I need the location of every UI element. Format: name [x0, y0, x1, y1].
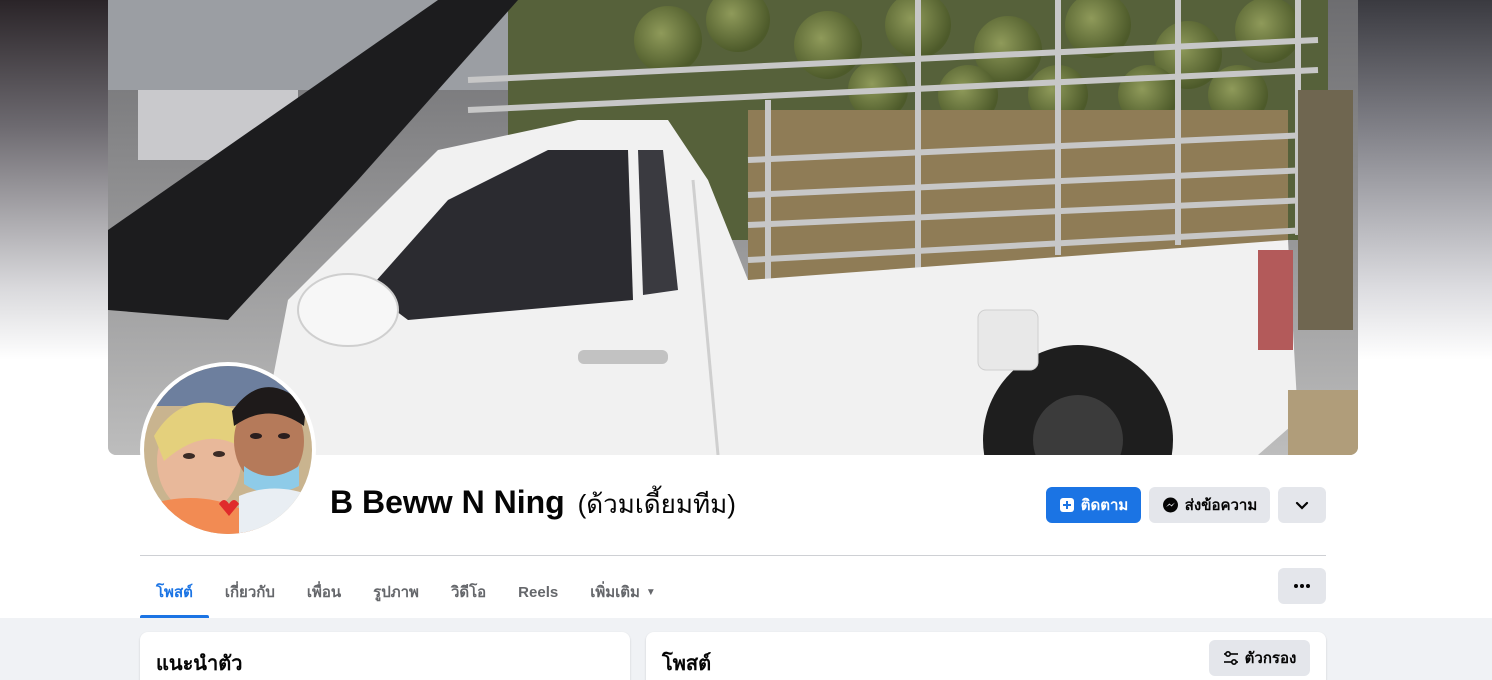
tab-photos[interactable]: รูปภาพ [357, 568, 435, 616]
more-dots-button[interactable] [1278, 568, 1326, 604]
tab-reels[interactable]: Reels [502, 568, 574, 616]
messenger-icon [1162, 497, 1178, 512]
filter-button[interactable]: ตัวกรอง [1209, 640, 1310, 676]
header-divider [140, 555, 1326, 556]
filter-icon [1223, 651, 1238, 665]
tab-friends[interactable]: เพื่อน [291, 568, 357, 616]
intro-title: แนะนำตัว [156, 653, 243, 675]
profile-tabs: โพสต์ เกี่ยวกับ เพื่อน รูปภาพ วิดีโอ Ree… [140, 568, 672, 618]
more-dots-icon [1294, 584, 1310, 588]
follow-button[interactable]: ติดตาม [1046, 487, 1141, 523]
caret-down-icon: ▼ [645, 586, 656, 598]
tab-label: เกี่ยวกับ [224, 584, 275, 601]
cover-blur-left [0, 0, 108, 360]
message-label: ส่งข้อความ [1184, 497, 1258, 514]
chevron-down-icon [1295, 501, 1309, 510]
tab-label: โพสต์ [156, 584, 193, 601]
profile-avatar[interactable] [140, 362, 316, 538]
tab-videos[interactable]: วิดีโอ [435, 568, 502, 616]
message-button[interactable]: ส่งข้อความ [1149, 487, 1270, 523]
profile-alt-name: (ด้วมเดี้ยมทีม) [577, 489, 736, 519]
more-options-button[interactable] [1278, 487, 1326, 523]
tab-label: เพิ่มเติม [590, 584, 640, 601]
posts-title: โพสต์ [662, 653, 712, 675]
tab-more[interactable]: เพิ่มเติม ▼ [574, 568, 672, 616]
filter-label: ตัวกรอง [1244, 650, 1297, 667]
tab-label: Reels [518, 583, 559, 601]
profile-name: B Beww N Ning (ด้วมเดี้ยมทีม) [330, 484, 736, 525]
intro-card: แนะนำตัว [140, 632, 630, 680]
tab-label: รูปภาพ [373, 584, 419, 601]
profile-name-text: B Beww N Ning [330, 484, 565, 520]
cover-blur-right [1358, 0, 1492, 360]
tab-label: เพื่อน [306, 584, 342, 601]
follow-label: ติดตาม [1080, 497, 1129, 514]
follow-icon [1059, 498, 1074, 512]
cover-photo[interactable] [108, 0, 1358, 455]
tab-about[interactable]: เกี่ยวกับ [209, 568, 291, 616]
tab-label: วิดีโอ [450, 584, 487, 601]
posts-card: โพสต์ ตัวกรอง [646, 632, 1326, 680]
tab-posts[interactable]: โพสต์ [140, 568, 209, 618]
